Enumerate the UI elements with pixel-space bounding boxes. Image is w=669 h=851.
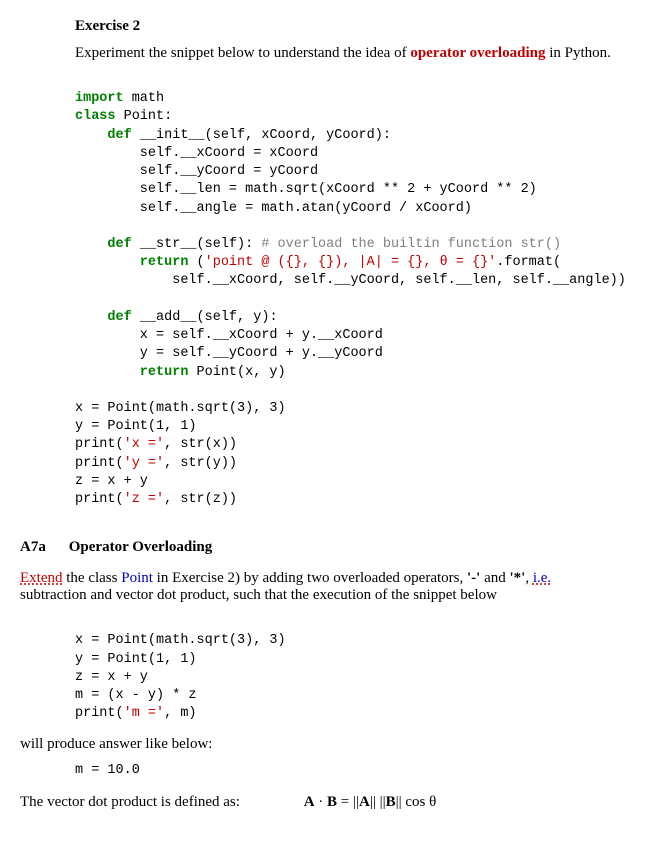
dot-product-formula: A · B = ||A|| ||B|| cos θ: [304, 794, 437, 811]
and-text: and: [480, 570, 509, 586]
c2-assign-z: z = x + y: [75, 670, 148, 685]
output-m: m = 10.0: [75, 763, 649, 778]
class-point-ref: Point: [121, 570, 153, 586]
exercise-title: Exercise 2: [75, 18, 649, 35]
ret-paren: (: [188, 255, 204, 270]
kw-import: import: [75, 91, 124, 106]
line-init-len: self.__len = math.sqrt(xCoord ** 2 + yCo…: [75, 182, 537, 197]
extend-tail: subtraction and vector dot product, such…: [20, 587, 497, 603]
line-init-y: self.__yCoord = yCoord: [75, 164, 318, 179]
section-title: Operator Overloading: [69, 539, 212, 555]
add-line-x: x = self.__xCoord + y.__xCoord: [75, 328, 383, 343]
format-args: self.__xCoord, self.__yCoord, self.__len…: [75, 273, 626, 288]
extend-paragraph: Extend the class Point in Exercise 2) by…: [20, 570, 649, 604]
print-y-c: , str(y)): [164, 456, 237, 471]
c2-print-b: 'm =': [124, 706, 165, 721]
class-name: Point:: [116, 109, 173, 124]
print-x-c: , str(x)): [164, 437, 237, 452]
c2-assign-m: m = (x - y) * z: [75, 688, 197, 703]
line-init-x: self.__xCoord = xCoord: [75, 146, 318, 161]
intro-text-post: in Python.: [545, 45, 610, 61]
ie-text: i.e.: [533, 570, 551, 586]
intro-text-pre: Experiment the snippet below to understa…: [75, 45, 410, 61]
section-label: A7a: [20, 539, 65, 556]
extend-mid-a: the class: [63, 570, 122, 586]
c2-assign-y: y = Point(1, 1): [75, 652, 197, 667]
kw-def-str: def: [75, 237, 132, 252]
op-minus: '-': [467, 570, 480, 586]
operator-overloading-term: operator overloading: [410, 45, 545, 61]
op-star: '*': [510, 570, 526, 586]
def-init-sig: __init__(self, xCoord, yCoord):: [132, 128, 391, 143]
kw-def-add: def: [75, 310, 132, 325]
assign-x: x = Point(math.sqrt(3), 3): [75, 401, 286, 416]
kw-return-add: return: [75, 365, 188, 380]
kw-return-str: return: [75, 255, 188, 270]
print-y-b: 'y =': [124, 456, 165, 471]
print-z-c: , str(z)): [164, 492, 237, 507]
section-heading: A7a Operator Overloading: [20, 539, 649, 556]
print-z-a: print(: [75, 492, 124, 507]
comment-str: # overload the builtin function str(): [261, 237, 561, 252]
format-open: .format(: [496, 255, 561, 270]
extend-mid-b: in Exercise 2) by adding two overloaded …: [153, 570, 467, 586]
assign-y: y = Point(1, 1): [75, 419, 197, 434]
dot-product-pre: The vector dot product is defined as:: [20, 794, 240, 810]
c2-print-c: , m): [164, 706, 196, 721]
def-str-sig: __str__(self):: [132, 237, 262, 252]
code-snippet-1: import math class Point: def __init__(se…: [75, 72, 649, 509]
print-x-b: 'x =': [124, 437, 165, 452]
assign-z: z = x + y: [75, 474, 148, 489]
add-line-y: y = self.__yCoord + y.__yCoord: [75, 346, 383, 361]
print-z-b: 'z =': [124, 492, 165, 507]
print-y-a: print(: [75, 456, 124, 471]
extend-word: Extend: [20, 570, 63, 586]
line-init-angle: self.__angle = math.atan(yCoord / xCoord…: [75, 201, 472, 216]
c2-assign-x: x = Point(math.sqrt(3), 3): [75, 633, 286, 648]
print-x-a: print(: [75, 437, 124, 452]
produce-answer-line: will produce answer like below:: [20, 736, 649, 753]
exercise-intro: Experiment the snippet below to understa…: [75, 45, 649, 62]
return-point-xy: Point(x, y): [188, 365, 285, 380]
comma-text: ,: [525, 570, 533, 586]
dot-product-def-line: The vector dot product is defined as: A …: [20, 794, 649, 811]
str-literal-point: 'point @ ({}, {}), |A| = {}, θ = {}': [205, 255, 497, 270]
mod-math: math: [124, 91, 165, 106]
kw-def-init: def: [75, 128, 132, 143]
kw-class: class: [75, 109, 116, 124]
def-add-sig: __add__(self, y):: [132, 310, 278, 325]
c2-print-a: print(: [75, 706, 124, 721]
code-snippet-2: x = Point(math.sqrt(3), 3) y = Point(1, …: [75, 614, 649, 723]
